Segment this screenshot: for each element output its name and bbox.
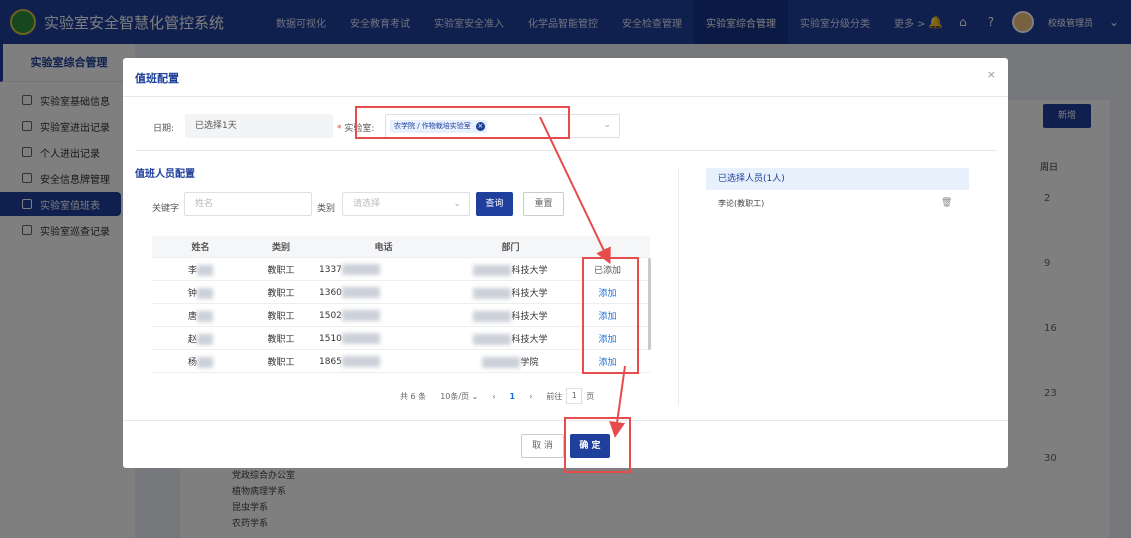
cell-name: 唐 — [152, 309, 243, 322]
modal-title: 值班配置 — [135, 72, 179, 85]
section-title: 值班人员配置 — [135, 169, 195, 180]
page-unit: 页 — [586, 391, 595, 401]
cell-name: 赵 — [152, 332, 243, 345]
keyword-label: 关键字 — [152, 204, 180, 214]
goto-label: 前往 — [546, 391, 563, 401]
reset-button[interactable]: 重置 — [523, 192, 564, 216]
cell-category: 教职工 — [267, 311, 295, 322]
cell-phone: 1502 — [313, 309, 448, 321]
cell-category: 教职工 — [267, 334, 295, 345]
table-scrollbar[interactable] — [648, 258, 651, 350]
trash-icon[interactable]: 🗑 — [941, 198, 952, 208]
cell-phone: 1337 — [313, 263, 448, 275]
col-header-category: 类别 — [271, 243, 290, 253]
query-button[interactable]: 查询 — [476, 192, 513, 216]
selected-person: 李论(教职工) — [718, 199, 765, 208]
table-row: 杨教职工 1865 学院 添加 — [152, 350, 650, 373]
cell-category: 教职工 — [267, 265, 295, 276]
col-header-dept: 部门 — [501, 243, 520, 253]
table-row: 钟教职工 1360 科技大学 添加 — [152, 281, 650, 304]
selected-header: 已选择人员(1人) — [706, 168, 969, 190]
cell-name: 钟 — [152, 286, 243, 299]
next-page-icon[interactable]: › — [529, 392, 532, 401]
chevron-down-icon: ⌄ — [453, 199, 461, 209]
category-select[interactable]: 请选择 ⌄ — [342, 192, 470, 216]
vertical-divider — [678, 168, 679, 406]
col-header-name: 姓名 — [191, 243, 210, 253]
category-label: 类别 — [317, 204, 336, 214]
cancel-button[interactable]: 取 消 — [521, 434, 564, 458]
cell-dept: 科技大学 — [448, 309, 567, 322]
cell-category: 教职工 — [267, 357, 295, 368]
pagination: 共 6 条 10条/页 ⌄ ‹ 1 › 前往 1 页 — [400, 388, 594, 404]
cell-phone: 1510 — [313, 332, 448, 344]
cell-phone: 1360 — [313, 286, 448, 298]
annotation-box-lab — [355, 106, 570, 139]
cell-dept: 学院 — [448, 355, 567, 368]
col-header-phone: 电话 — [374, 243, 393, 253]
current-page[interactable]: 1 — [510, 392, 516, 401]
cell-phone: 1865 — [313, 355, 448, 367]
prev-page-icon[interactable]: ‹ — [492, 392, 495, 401]
divider — [123, 96, 1008, 97]
chevron-down-icon: ⌄ — [603, 120, 611, 130]
table-row: 赵教职工 1510 科技大学 添加 — [152, 327, 650, 350]
page-size-select[interactable]: 10条/页 ⌄ — [440, 391, 478, 402]
date-label: 日期: — [153, 124, 175, 134]
cell-category: 教职工 — [267, 288, 295, 299]
table-row: 李教职工 1337 科技大学 已添加 — [152, 258, 650, 281]
divider — [135, 150, 997, 151]
date-field[interactable]: 已选择1天 — [185, 114, 333, 138]
close-icon[interactable]: × — [987, 68, 996, 81]
cell-dept: 科技大学 — [448, 332, 567, 345]
goto-page-input[interactable]: 1 — [566, 388, 583, 404]
table-row: 唐教职工 1502 科技大学 添加 — [152, 304, 650, 327]
cell-name: 杨 — [152, 355, 243, 368]
table-header: 姓名 类别 电话 部门 — [152, 236, 650, 258]
staff-table: 姓名 类别 电话 部门 李教职工 1337 科技大学 已添加钟教职工 1360 科技大学添… — [152, 236, 650, 373]
cell-dept: 科技大学 — [448, 286, 567, 299]
annotation-box-add — [582, 257, 639, 374]
annotation-box-confirm — [564, 417, 631, 473]
table-body: 李教职工 1337 科技大学 已添加钟教职工 1360 科技大学 添加唐教职工 1502 科技大… — [152, 258, 650, 373]
cell-dept: 科技大学 — [448, 263, 567, 276]
pager-total: 共 6 条 — [400, 391, 427, 401]
keyword-input[interactable]: 姓名 — [184, 192, 312, 216]
cell-name: 李 — [152, 263, 243, 276]
